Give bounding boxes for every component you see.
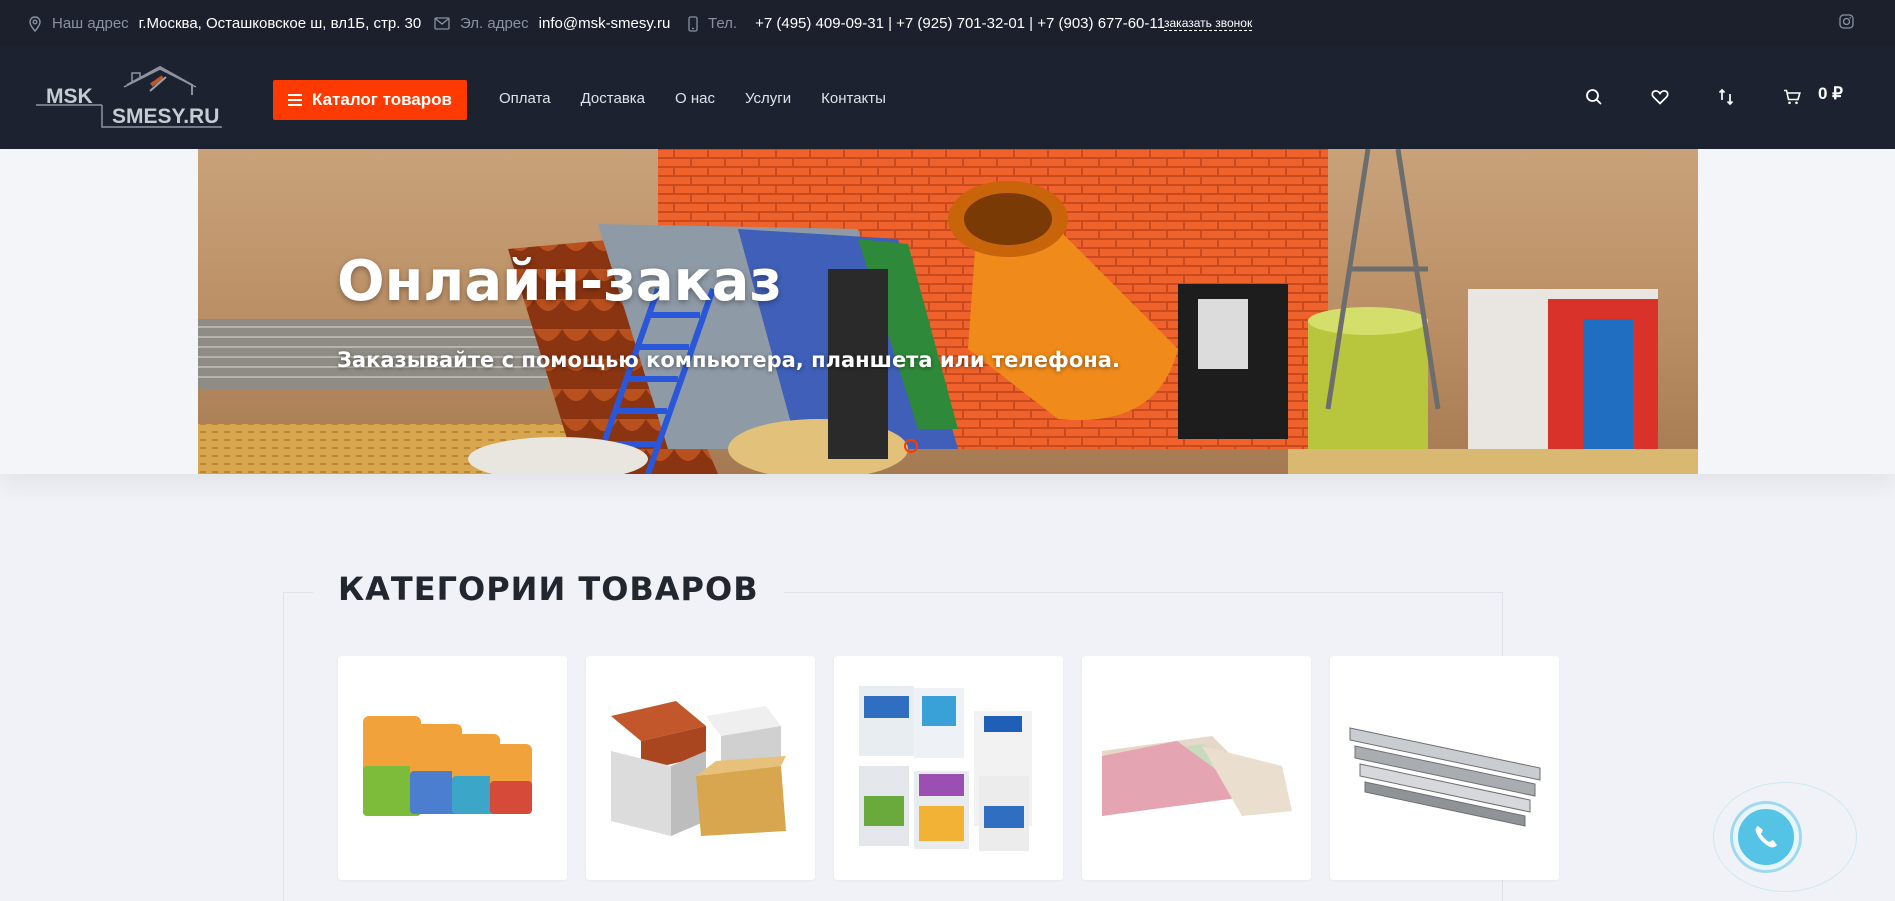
category-card[interactable] <box>586 656 815 880</box>
slider-dot[interactable] <box>904 439 918 453</box>
dry-mixes-image <box>363 716 532 816</box>
email-label: Эл. адрес <box>460 15 529 32</box>
phone-numbers[interactable]: +7 (495) 409-09-31 | +7 (925) 701-32-01 … <box>755 15 1165 32</box>
address-label: Наш адрес <box>52 15 129 32</box>
search-icon <box>1586 89 1602 105</box>
category-card[interactable] <box>338 656 567 880</box>
metal-profiles-image <box>1349 727 1541 827</box>
cart-total[interactable]: 0 ₽ <box>1818 84 1843 104</box>
nav-item-services[interactable]: Услуги <box>745 90 791 107</box>
compare-icon <box>1718 88 1734 106</box>
main-header: MSK SMESY.RU Каталог товаров Оплата Дост… <box>0 47 1895 149</box>
top-info-bar: Наш адрес г.Москва, Осташковское ш, вл1Б… <box>0 0 1895 47</box>
address-value: г.Москва, Осташковское ш, вл1Б, стр. 30 <box>138 15 422 32</box>
hero-banner[interactable]: Онлайн-заказ Заказывайте с помощью компь… <box>198 149 1698 474</box>
blocks-bricks-image <box>611 701 786 836</box>
instagram-icon <box>1839 14 1854 33</box>
nav-item-delivery[interactable]: Доставка <box>581 90 645 107</box>
logo-text-smesy: SMESY.RU <box>112 105 219 128</box>
favorites-button[interactable] <box>1648 85 1672 109</box>
menu-icon <box>288 94 303 106</box>
categories-title: КАТЕГОРИИ ТОВАРОВ <box>313 570 784 608</box>
plasters-image <box>859 686 1032 851</box>
location-pin-icon <box>28 15 42 32</box>
email-link[interactable]: info@msk-smesy.ru <box>539 15 671 32</box>
cart-button[interactable] <box>1780 85 1804 109</box>
logo-text-msk: MSK <box>46 85 93 108</box>
call-button[interactable] <box>1733 804 1799 870</box>
instagram-link[interactable] <box>1839 0 1854 47</box>
email-block: Эл. адрес info@msk-smesy.ru <box>434 0 670 47</box>
mail-icon <box>434 17 450 30</box>
phone-icon <box>688 15 698 32</box>
catalog-button[interactable]: Каталог товаров <box>273 80 467 120</box>
catalog-button-label: Каталог товаров <box>312 90 452 109</box>
site-logo[interactable]: MSK SMESY.RU <box>32 65 228 131</box>
callback-link[interactable]: заказать звонок <box>1164 16 1253 31</box>
nav-item-about[interactable]: О нас <box>675 90 715 107</box>
category-card[interactable] <box>834 656 1063 880</box>
main-nav: Оплата Доставка О нас Услуги Контакты <box>499 47 916 149</box>
callback-block: заказать звонок <box>1164 0 1253 47</box>
address-block: Наш адрес г.Москва, Осташковское ш, вл1Б… <box>28 0 421 47</box>
hero-title: Онлайн-заказ <box>337 249 782 314</box>
cart-icon <box>1784 89 1801 105</box>
compare-button[interactable] <box>1714 85 1738 109</box>
hero-subtitle: Заказывайте с помощью компьютера, планше… <box>337 348 1120 372</box>
drywall-sheets-image <box>1102 736 1292 816</box>
search-button[interactable] <box>1582 85 1606 109</box>
handset-icon <box>1755 826 1777 848</box>
category-card[interactable] <box>1082 656 1311 880</box>
nav-item-payment[interactable]: Оплата <box>499 90 551 107</box>
heart-icon <box>1651 90 1669 105</box>
phone-label: Тел. <box>708 15 738 32</box>
phone-block: Тел. +7 (495) 409-09-31 | +7 (925) 701-3… <box>688 0 1165 47</box>
nav-item-contacts[interactable]: Контакты <box>821 90 886 107</box>
category-card[interactable] <box>1330 656 1559 880</box>
